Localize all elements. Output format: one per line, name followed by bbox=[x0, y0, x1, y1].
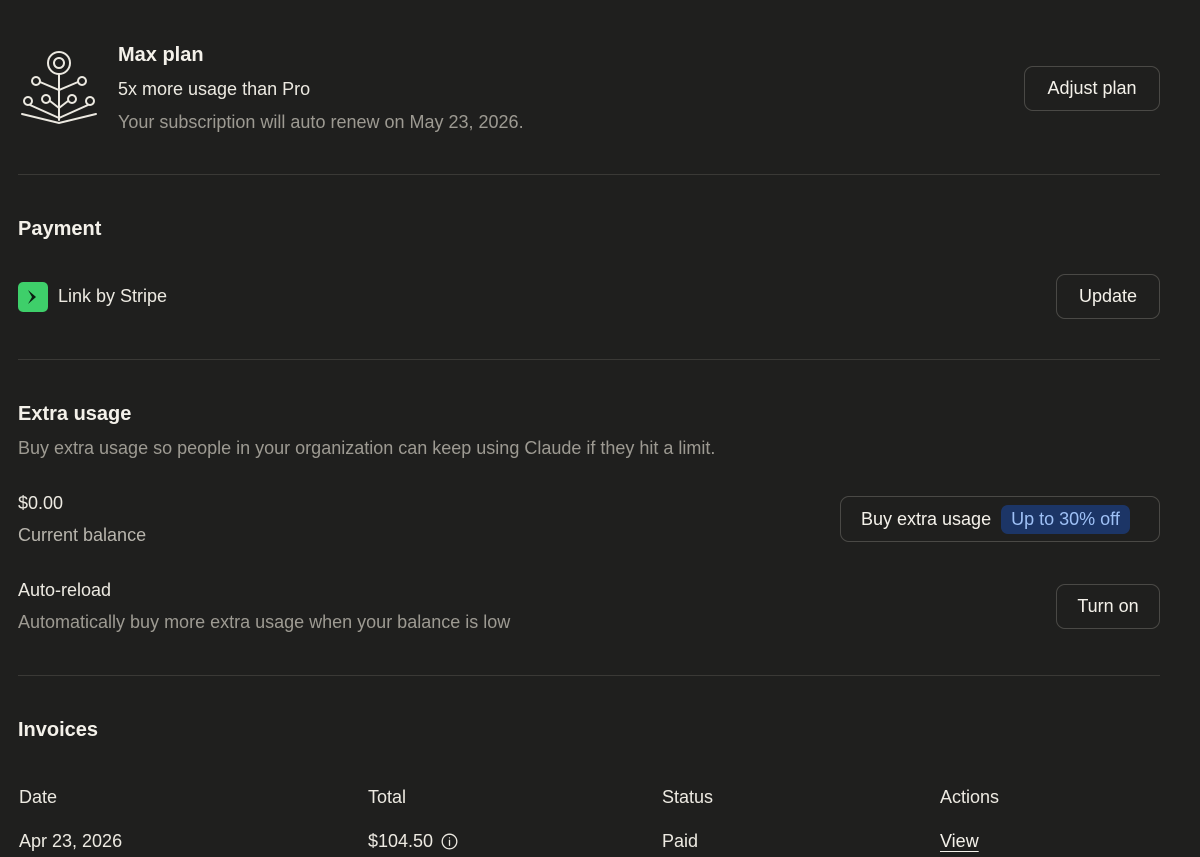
plan-subtitle: 5x more usage than Pro bbox=[118, 79, 311, 99]
extra-usage-description: Buy extra usage so people in your organi… bbox=[18, 438, 716, 458]
extra-usage-heading: Extra usage bbox=[18, 403, 132, 425]
stripe-link-icon bbox=[18, 282, 48, 312]
plan-title: Max plan bbox=[118, 44, 204, 66]
column-header-total: Total bbox=[368, 787, 407, 807]
buy-extra-usage-label: Buy extra usage bbox=[861, 508, 992, 529]
section-divider bbox=[18, 359, 1160, 360]
view-invoice-link[interactable]: View bbox=[940, 831, 979, 852]
section-divider bbox=[18, 174, 1160, 175]
plan-renewal-text: Your subscription will auto renew on May… bbox=[118, 112, 524, 132]
update-payment-button[interactable]: Update bbox=[1056, 274, 1160, 319]
column-header-status: Status bbox=[662, 787, 714, 807]
auto-reload-description: Automatically buy more extra usage when … bbox=[18, 612, 511, 632]
invoice-total: $104.50 bbox=[368, 831, 434, 851]
buy-extra-usage-button[interactable]: Buy extra usage Up to 30% off bbox=[840, 496, 1160, 542]
section-divider bbox=[18, 675, 1160, 676]
balance-label: Current balance bbox=[18, 525, 147, 545]
invoice-date: Apr 23, 2026 bbox=[19, 831, 123, 851]
adjust-plan-button[interactable]: Adjust plan bbox=[1024, 66, 1160, 111]
turn-on-auto-reload-button[interactable]: Turn on bbox=[1056, 584, 1160, 629]
info-icon[interactable] bbox=[441, 833, 458, 850]
discount-badge: Up to 30% off bbox=[1001, 504, 1130, 534]
column-header-date: Date bbox=[19, 787, 58, 807]
balance-value: $0.00 bbox=[18, 493, 64, 513]
payment-method-label: Link by Stripe bbox=[58, 286, 168, 306]
auto-reload-label: Auto-reload bbox=[18, 580, 112, 600]
invoice-total-cell: $104.50 bbox=[368, 831, 458, 852]
plan-tree-icon bbox=[21, 51, 97, 125]
payment-heading: Payment bbox=[18, 218, 102, 240]
invoices-heading: Invoices bbox=[18, 719, 99, 741]
column-header-actions: Actions bbox=[940, 787, 1000, 807]
invoice-status: Paid bbox=[662, 831, 699, 851]
